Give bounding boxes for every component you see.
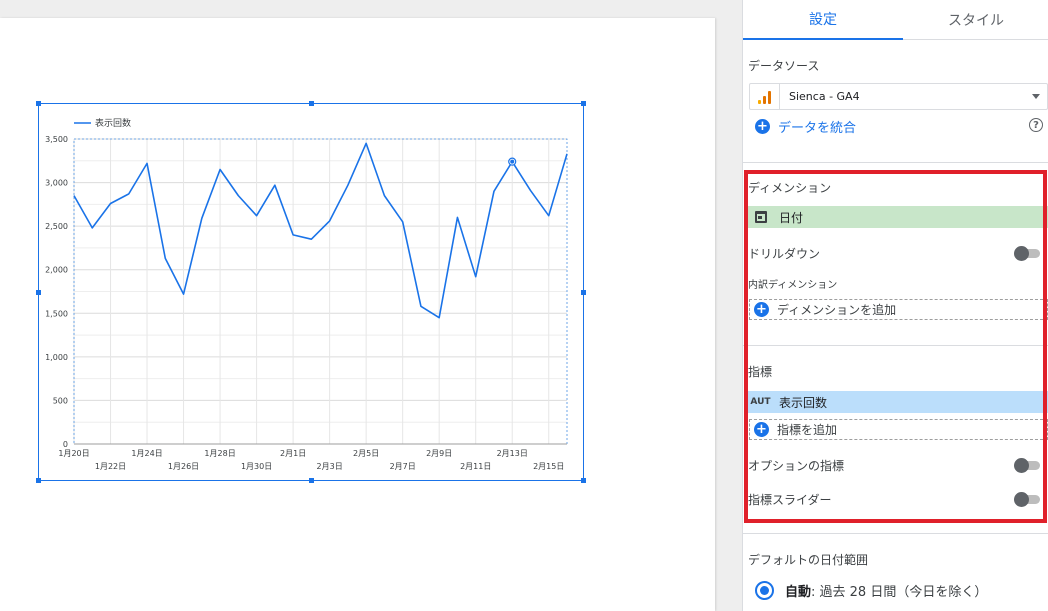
panel-tabs: 設定 スタイル [743, 0, 1048, 40]
x-tick-label: 1月22日 [95, 462, 126, 471]
tab-style[interactable]: スタイル [903, 0, 1048, 40]
add-icon: + [754, 422, 769, 437]
y-tick-label: 0 [63, 440, 68, 449]
optional-metric-label: オプションの指標 [748, 458, 845, 473]
y-tick-label: 1,500 [45, 309, 68, 318]
resize-handle-nw[interactable] [36, 101, 41, 106]
legend-label: 表示回数 [95, 117, 131, 129]
blend-data-button[interactable]: + データを統合 [755, 117, 856, 136]
chart-svg: 0 500 1,000 1,500 2,000 2,500 3,000 3,500 1月20日 1… [45, 117, 568, 471]
metric-chip-label: 表示回数 [779, 395, 828, 410]
metric-slider-label: 指標スライダー [748, 492, 832, 507]
resize-handle-ne[interactable] [581, 101, 586, 106]
x-tick-label: 1月20日 [58, 449, 89, 458]
x-tick-label: 2月5日 [353, 449, 379, 458]
resize-handle-sw[interactable] [36, 478, 41, 483]
y-tick-label: 500 [53, 396, 68, 405]
x-tick-label: 2月9日 [426, 449, 452, 458]
time-series-chart[interactable]: 0 500 1,000 1,500 2,000 2,500 3,000 3,500 1月20日 1… [36, 101, 586, 483]
analytics-icon [750, 84, 780, 109]
metric-heading: 指標 [748, 365, 773, 379]
resize-handle-se[interactable] [581, 478, 586, 483]
date-range-heading: デフォルトの日付範囲 [748, 553, 869, 567]
tab-setup[interactable]: 設定 [743, 0, 903, 40]
x-tick-label: 2月1日 [280, 449, 306, 458]
divider [743, 345, 1048, 346]
optional-metric-toggle[interactable] [1014, 458, 1040, 473]
dimension-heading: ディメンション [748, 181, 832, 195]
y-tick-label: 2,500 [45, 222, 68, 231]
resize-handle-n[interactable] [309, 101, 314, 106]
help-icon[interactable]: ? [1029, 118, 1043, 132]
data-source-name: Sienca - GA4 [789, 90, 860, 103]
add-metric-label: 指標を追加 [777, 423, 838, 437]
x-tick-label: 2月13日 [497, 449, 528, 458]
divider [743, 162, 1048, 163]
calendar-icon [748, 211, 773, 223]
add-icon: + [754, 302, 769, 317]
properties-panel: 設定 スタイル データソース Sienca - GA4 + データを統合 ? デ… [742, 0, 1048, 611]
drilldown-label: ドリルダウン [748, 246, 821, 261]
add-dimension-label: ディメンションを追加 [777, 303, 897, 317]
metric-chip-views[interactable]: AUT 表示回数 [748, 391, 1048, 413]
x-tick-label: 1月24日 [131, 449, 162, 458]
date-range-auto-option[interactable]: 自動: 過去 28 日間（今日を除く） [755, 581, 987, 600]
data-source-heading: データソース [748, 59, 820, 73]
y-tick-label: 2,000 [45, 266, 68, 275]
dimension-chip-date[interactable]: 日付 [748, 206, 1048, 228]
add-icon: + [755, 119, 770, 134]
resize-handle-w[interactable] [36, 290, 41, 295]
metric-slider-toggle[interactable] [1014, 492, 1040, 507]
add-dimension-button[interactable]: + ディメンションを追加 [749, 299, 1048, 320]
resize-handle-e[interactable] [581, 290, 586, 295]
x-tick-label: 1月28日 [204, 449, 235, 458]
divider [743, 533, 1048, 534]
x-tick-label: 2月15日 [533, 462, 564, 471]
highlighted-point-core [510, 159, 515, 164]
breakdown-dimension-heading: 内訳ディメンション [748, 280, 838, 291]
chevron-down-icon [1032, 94, 1040, 99]
blend-data-label: データを統合 [778, 121, 857, 136]
dimension-chip-label: 日付 [779, 210, 804, 225]
x-tick-label: 2月3日 [317, 462, 343, 471]
add-metric-button[interactable]: + 指標を追加 [749, 419, 1048, 440]
date-range-auto-text: 自動: 過去 28 日間（今日を除く） [785, 585, 988, 600]
report-canvas[interactable]: 0 500 1,000 1,500 2,000 2,500 3,000 3,500 1月20日 1… [0, 0, 742, 611]
drilldown-row: ドリルダウン [748, 243, 1040, 263]
aggregation-type: AUT [750, 397, 771, 407]
data-source-select[interactable]: Sienca - GA4 [749, 83, 1048, 110]
x-tick-label: 1月26日 [168, 462, 199, 471]
y-tick-label: 3,500 [45, 135, 68, 144]
drilldown-toggle[interactable] [1014, 246, 1040, 261]
x-tick-label: 1月30日 [241, 462, 272, 471]
y-tick-label: 3,000 [45, 179, 68, 188]
y-tick-label: 1,000 [45, 353, 68, 362]
radio-button-selected[interactable] [755, 581, 774, 600]
metric-slider-row: 指標スライダー [748, 489, 1040, 509]
x-tick-label: 2月11日 [460, 462, 491, 471]
optional-metric-row: オプションの指標 [748, 455, 1040, 475]
x-tick-label: 2月7日 [390, 462, 416, 471]
resize-handle-s[interactable] [309, 478, 314, 483]
